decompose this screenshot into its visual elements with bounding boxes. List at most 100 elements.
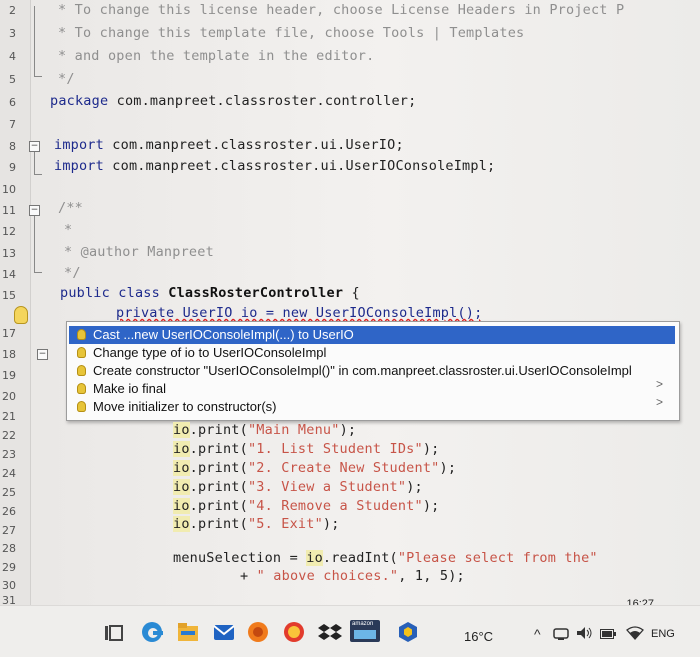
show-hidden-icons-chevron-icon[interactable]: ^ (534, 626, 541, 642)
quick-fix-item[interactable]: Create constructor "UserIOConsoleImpl()"… (69, 362, 675, 380)
code-line-package: package com.manpreet.classroster.control… (50, 93, 416, 109)
fold-guide-line (34, 174, 42, 175)
punctuation: ); (322, 516, 340, 532)
line-number: 6 (9, 96, 16, 109)
app-hexagon-icon[interactable] (396, 620, 420, 644)
lightbulb-icon (77, 347, 86, 358)
fold-collapse-icon[interactable]: − (29, 141, 40, 152)
lightbulb-icon (77, 401, 86, 412)
windows-taskbar: amazon 16°C ^ ENG (0, 605, 700, 657)
import-path: com.manpreet.classroster.ui.UserIOConsol… (103, 158, 496, 174)
punctuation: ); (406, 479, 423, 495)
code-line: * (64, 222, 73, 238)
fold-guide-line (34, 152, 35, 174)
weather-temperature[interactable]: 16°C (464, 629, 493, 644)
line-number: 7 (9, 118, 16, 131)
amazon-label: amazon (352, 621, 374, 627)
line-number: 5 (9, 73, 16, 86)
line-number: 17 (2, 327, 16, 340)
operator: + (240, 568, 257, 584)
code-line-import: import com.manpreet.classroster.ui.UserI… (54, 158, 495, 174)
string-literal: "1. List Student IDs" (247, 441, 423, 457)
line-number: 20 (2, 390, 16, 403)
line-number: 26 (2, 505, 16, 518)
app-red-circle-icon[interactable] (282, 620, 306, 644)
line-number: 14 (2, 268, 16, 281)
line-number: 28 (2, 542, 16, 555)
string-literal: "2. Create New Student" (247, 460, 440, 476)
code-line: /** (58, 200, 83, 216)
app-orange-circle-icon[interactable] (246, 620, 270, 644)
keyword: import (54, 137, 104, 153)
code-line-print: io.print("2. Create New Student"); (173, 460, 456, 476)
code-line: * and open the template in the editor. (58, 48, 375, 64)
line-number: 4 (9, 50, 16, 63)
method-call: .print( (189, 498, 248, 514)
variable-io: io (173, 479, 190, 495)
quick-fix-label: Create constructor "UserIOConsoleImpl()"… (93, 363, 632, 378)
edge-browser-icon[interactable] (140, 620, 164, 644)
fold-collapse-icon[interactable]: − (37, 349, 48, 360)
lightbulb-icon (77, 365, 86, 376)
mail-icon[interactable] (212, 620, 236, 644)
code-line-print: io.print("5. Exit"); (173, 516, 340, 532)
quick-fix-item[interactable]: Change type of io to UserIOConsoleImpl (69, 344, 675, 362)
punctuation: ); (339, 422, 357, 438)
keyword: import (54, 158, 104, 174)
wifi-icon[interactable] (626, 626, 644, 640)
code-line-error-field[interactable]: private UserIO io = new UserIOConsoleImp… (116, 305, 482, 321)
line-number: 23 (2, 448, 16, 461)
line-number: 13 (2, 247, 16, 260)
line-number: 29 (2, 561, 16, 574)
string-literal: " above choices." (256, 568, 399, 584)
code-line-print: io.print("Main Menu"); (173, 422, 356, 438)
variable-io: io (173, 498, 190, 514)
quick-fix-item[interactable]: Move initializer to constructor(s) (69, 398, 675, 416)
task-view-icon[interactable] (104, 624, 124, 642)
code-line: * To change this license header, choose … (58, 2, 625, 18)
code-line-class-declaration: public class ClassRosterController { (60, 285, 360, 301)
line-number: 24 (2, 467, 16, 480)
punctuation: ); (422, 441, 440, 457)
code-line-print: io.print("1. List Student IDs"); (173, 441, 440, 457)
input-language[interactable]: ENG (651, 628, 675, 640)
dropbox-icon[interactable] (318, 620, 342, 644)
fold-collapse-icon[interactable]: − (29, 205, 40, 216)
punctuation: ); (422, 498, 440, 514)
lightbulb-icon (77, 383, 86, 394)
ide-editor-window: 2 3 4 5 6 7 8 9 10 11 12 13 14 15 17 18 … (0, 0, 700, 657)
quick-fix-item[interactable]: Make io final (69, 380, 675, 398)
meet-now-icon[interactable] (553, 627, 569, 641)
line-number: 25 (2, 486, 16, 499)
code-line: * @author Manpreet (64, 244, 214, 260)
file-explorer-icon[interactable] (176, 620, 200, 644)
code-line: */ (64, 265, 81, 281)
string-literal: "Please select from the" (397, 550, 598, 566)
line-number: 19 (2, 369, 16, 382)
quick-fix-label: Move initializer to constructor(s) (93, 399, 277, 414)
code-line: * To change this template file, choose T… (58, 25, 525, 41)
volume-icon[interactable] (576, 626, 594, 640)
line-number: 10 (2, 183, 16, 196)
battery-icon[interactable] (600, 629, 616, 639)
amazon-app-icon[interactable]: amazon (350, 620, 380, 642)
quick-fix-item[interactable]: Cast ...new UserIOConsoleImpl(...) to Us… (69, 326, 675, 344)
fold-guide-line (34, 216, 35, 272)
variable-io: io (173, 441, 190, 457)
submenu-arrow-icon[interactable]: > (656, 395, 663, 409)
submenu-arrow-icon[interactable]: > (656, 377, 663, 391)
lightbulb-hint-icon[interactable] (14, 306, 28, 324)
code-line: */ (58, 71, 75, 87)
fold-guide-line (34, 272, 42, 273)
string-literal: "4. Remove a Student" (247, 498, 423, 514)
quick-fix-label: Cast ...new UserIOConsoleImpl(...) to Us… (93, 327, 354, 342)
string-literal: "Main Menu" (247, 422, 340, 438)
line-number: 21 (2, 410, 16, 423)
variable-io: io (173, 422, 190, 438)
method-call: .print( (189, 516, 248, 532)
code-line-print: io.print("4. Remove a Student"); (173, 498, 440, 514)
quick-fix-label: Make io final (93, 381, 166, 396)
line-number: 8 (9, 140, 16, 153)
method-call: .print( (189, 460, 248, 476)
line-number: 11 (2, 204, 16, 217)
